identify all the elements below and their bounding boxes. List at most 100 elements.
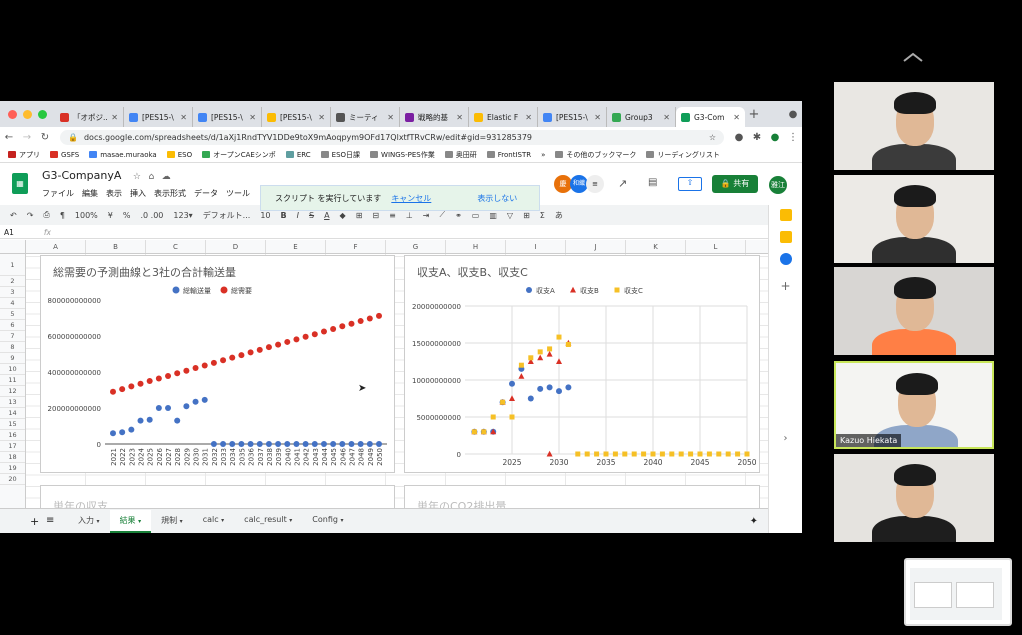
participant-video-tile[interactable] bbox=[834, 454, 994, 542]
close-tab-icon[interactable]: ✕ bbox=[456, 113, 463, 122]
name-box[interactable]: A1 bbox=[4, 228, 14, 237]
close-tab-icon[interactable]: ✕ bbox=[111, 113, 118, 122]
paint-format-icon[interactable]: ¶ bbox=[60, 211, 65, 220]
extension-icon[interactable]: ● bbox=[730, 132, 748, 143]
sheet-tab[interactable]: calc_result ▾ bbox=[234, 510, 302, 533]
participant-video-tile[interactable]: Kazuo Hiekata bbox=[834, 361, 994, 449]
close-tab-icon[interactable]: ✕ bbox=[249, 113, 256, 122]
toast-dismiss-link[interactable]: 表示しない bbox=[477, 193, 517, 204]
user-avatar[interactable]: 雅江 bbox=[769, 176, 787, 194]
star-icon[interactable]: ☆ bbox=[133, 172, 141, 182]
profile-avatar[interactable]: ● bbox=[766, 132, 784, 143]
column-header[interactable]: A bbox=[26, 240, 86, 253]
forward-icon[interactable]: → bbox=[18, 132, 36, 143]
sheets-logo[interactable]: ▦ bbox=[12, 173, 28, 194]
sheet-tab[interactable]: 規制 ▾ bbox=[151, 510, 193, 533]
row-header[interactable]: 2 bbox=[0, 276, 25, 287]
column-header[interactable]: L bbox=[686, 240, 746, 253]
column-header[interactable]: D bbox=[206, 240, 266, 253]
tasks-icon[interactable] bbox=[779, 253, 792, 265]
sheet-tab[interactable]: 入力 ▾ bbox=[68, 510, 110, 533]
row-header[interactable]: 9 bbox=[0, 353, 25, 364]
close-tab-icon[interactable]: ✕ bbox=[525, 113, 532, 122]
sheet-menu-chevron-icon[interactable]: ▾ bbox=[180, 518, 183, 525]
column-header[interactable]: K bbox=[626, 240, 686, 253]
browser-tab[interactable]: G3-Com ✕ bbox=[676, 107, 745, 127]
browser-tab[interactable]: [PES15-\ ✕ bbox=[262, 107, 331, 127]
bookmark-other[interactable]: その他のブックマーク bbox=[555, 150, 636, 160]
column-header[interactable]: C bbox=[146, 240, 206, 253]
row-header[interactable]: 17 bbox=[0, 441, 25, 452]
borders-icon[interactable]: ⊞ bbox=[356, 211, 363, 220]
row-header[interactable]: 3 bbox=[0, 287, 25, 298]
chart-icon[interactable]: ▥ bbox=[489, 211, 497, 220]
all-sheets-icon[interactable]: ≡ bbox=[46, 515, 54, 526]
input-tools-icon[interactable]: あ bbox=[555, 210, 563, 221]
sheet-menu-chevron-icon[interactable]: ▾ bbox=[221, 517, 224, 524]
close-tab-icon[interactable]: ✕ bbox=[387, 113, 394, 122]
close-tab-icon[interactable]: ✕ bbox=[180, 113, 187, 122]
menu-edit[interactable]: 編集 bbox=[82, 188, 98, 199]
browser-tab[interactable]: ミーティ ✕ bbox=[331, 107, 400, 127]
back-icon[interactable]: ← bbox=[0, 132, 18, 143]
collapse-chevron-icon[interactable] bbox=[902, 50, 924, 64]
more-formats-select[interactable]: 123▾ bbox=[173, 211, 192, 220]
sheet-tab[interactable]: calc ▾ bbox=[193, 510, 234, 533]
row-header[interactable]: 10 bbox=[0, 364, 25, 375]
align-icon[interactable]: ≡ bbox=[389, 211, 396, 220]
self-view-thumbnail[interactable] bbox=[904, 558, 1012, 626]
filter-icon[interactable]: ▽ bbox=[507, 211, 513, 220]
toast-cancel-link[interactable]: キャンセル bbox=[391, 193, 431, 204]
menu-file[interactable]: ファイル bbox=[42, 188, 74, 199]
row-header[interactable]: 13 bbox=[0, 397, 25, 408]
sheet-tab[interactable]: 結果 ▾ bbox=[109, 509, 152, 533]
bookmark-okuda[interactable]: 奥田研 bbox=[444, 150, 477, 160]
row-header[interactable]: 6 bbox=[0, 320, 25, 331]
row-header[interactable]: 19 bbox=[0, 463, 25, 474]
present-button[interactable]: ⇧ bbox=[678, 177, 702, 191]
italic-icon[interactable]: I bbox=[297, 211, 299, 220]
sheet-menu-chevron-icon[interactable]: ▾ bbox=[341, 517, 344, 524]
zoom-window-button[interactable] bbox=[38, 109, 47, 119]
print-icon[interactable]: ⎙ bbox=[43, 210, 49, 220]
bookmark-muraoka[interactable]: masae.muraoka bbox=[89, 151, 157, 159]
select-all-corner[interactable] bbox=[0, 240, 26, 253]
participant-video-tile[interactable] bbox=[834, 175, 994, 263]
row-header[interactable]: 11 bbox=[0, 375, 25, 386]
text-color-icon[interactable]: A bbox=[324, 211, 329, 220]
column-header[interactable]: I bbox=[506, 240, 566, 253]
keep-icon[interactable] bbox=[779, 231, 792, 243]
tab-search-icon[interactable]: ● bbox=[784, 109, 802, 120]
menu-insert[interactable]: 挿入 bbox=[130, 188, 146, 199]
browser-tab[interactable]: [PES15-\ ✕ bbox=[538, 107, 607, 127]
expand-panel-icon[interactable]: › bbox=[769, 433, 802, 444]
row-header[interactable]: 14 bbox=[0, 408, 25, 419]
bookmark-erc[interactable]: ERC bbox=[285, 151, 311, 159]
row-header[interactable]: 7 bbox=[0, 331, 25, 342]
bookmark-eso-daily[interactable]: ESO日課 bbox=[320, 150, 360, 160]
explore-icon[interactable]: ✦ bbox=[750, 516, 758, 527]
comments-icon[interactable]: ▤ bbox=[648, 177, 657, 188]
comment-icon[interactable]: ▭ bbox=[472, 211, 480, 220]
minimize-window-button[interactable] bbox=[23, 109, 32, 119]
bookmark-frontistr[interactable]: FrontISTR bbox=[486, 151, 531, 159]
row-header[interactable]: 8 bbox=[0, 342, 25, 353]
merge-cells-icon[interactable]: ⊟ bbox=[372, 211, 379, 220]
url-field[interactable]: 🔒 docs.google.com/spreadsheets/d/1aXj1Rn… bbox=[60, 129, 724, 145]
functions-icon[interactable]: Σ bbox=[540, 211, 545, 220]
close-window-button[interactable] bbox=[8, 109, 17, 119]
bookmark-star-icon[interactable]: ☆ bbox=[709, 133, 716, 142]
reload-icon[interactable]: ↻ bbox=[36, 132, 54, 143]
link-icon[interactable]: ⚭ bbox=[455, 211, 462, 220]
strikethrough-icon[interactable]: S bbox=[309, 211, 314, 220]
sheet-menu-chevron-icon[interactable]: ▾ bbox=[289, 517, 292, 524]
bookmark-opencae[interactable]: オープンCAEシンポ bbox=[202, 150, 276, 160]
menu-view[interactable]: 表示 bbox=[106, 188, 122, 199]
fill-color-icon[interactable]: ◆ bbox=[340, 211, 346, 220]
sheet-tab[interactable]: Config ▾ bbox=[302, 510, 353, 533]
document-title[interactable]: G3-CompanyA ☆ ⌂ ☁ bbox=[42, 169, 171, 182]
column-header[interactable]: J bbox=[566, 240, 626, 253]
new-tab-button[interactable]: + bbox=[745, 107, 763, 122]
row-header[interactable]: 20 bbox=[0, 474, 25, 485]
column-header[interactable]: G bbox=[386, 240, 446, 253]
